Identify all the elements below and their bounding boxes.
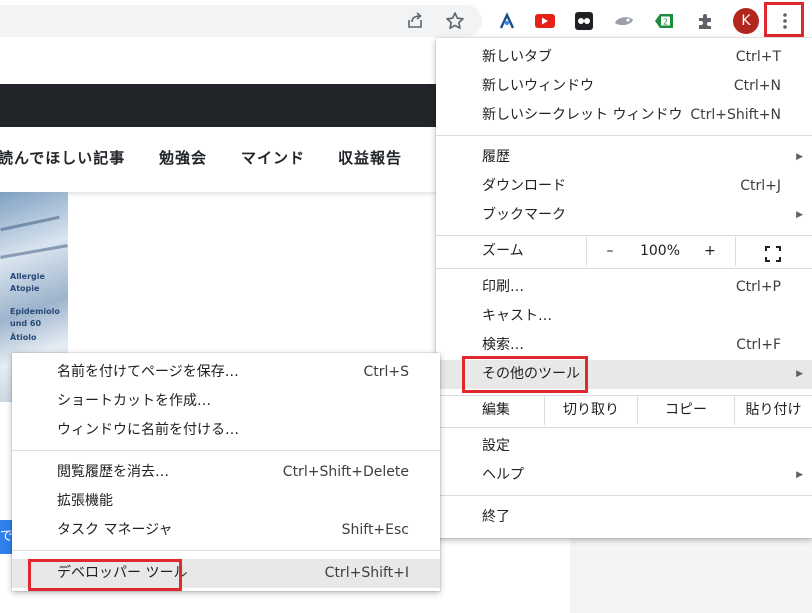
submenu-arrow-icon: ▶ bbox=[796, 210, 803, 220]
menu-label: 閲覧履歴を消去… bbox=[57, 464, 169, 480]
thumbnail-text: Atopie bbox=[10, 284, 40, 293]
menu-shortcut: Ctrl+F bbox=[736, 337, 781, 353]
menu-label: 終了 bbox=[482, 509, 510, 525]
menu-item-help[interactable]: ヘルプ ▶ bbox=[436, 461, 812, 490]
extension-dark-icon[interactable] bbox=[572, 9, 596, 33]
thumbnail-text: Ätiolo bbox=[10, 333, 37, 342]
profile-avatar[interactable]: K bbox=[733, 8, 759, 34]
menu-label: ダウンロード bbox=[482, 178, 566, 194]
menu-label: 設定 bbox=[482, 438, 510, 454]
extension-green-badge-icon[interactable]: 2 bbox=[652, 9, 676, 33]
extension-badge-number: 2 bbox=[663, 17, 668, 26]
menu-label: 新しいシークレット ウィンドウ bbox=[482, 107, 683, 123]
zoom-divider bbox=[586, 237, 587, 266]
menu-item-settings[interactable]: 設定 bbox=[436, 432, 812, 461]
share-icon[interactable] bbox=[403, 9, 427, 33]
submenu-arrow-icon: ▶ bbox=[796, 152, 803, 162]
extension-grey-icon[interactable] bbox=[612, 9, 636, 33]
menu-zoom-row: ズーム – 100% + bbox=[436, 237, 812, 266]
paste-button[interactable]: 貼り付け bbox=[735, 396, 812, 425]
cut-button[interactable]: 切り取り bbox=[545, 396, 637, 425]
menu-shortcut: Ctrl+N bbox=[733, 78, 781, 94]
nav-link-study[interactable]: 勉強会 bbox=[159, 147, 207, 168]
menu-label: 新しいウィンドウ bbox=[482, 78, 594, 94]
zoom-in-button[interactable]: + bbox=[698, 237, 722, 266]
submenu-item-extensions[interactable]: 拡張機能 bbox=[12, 487, 440, 516]
nav-link-mind[interactable]: マインド bbox=[241, 147, 305, 168]
menu-shortcut: Ctrl+Shift+Delete bbox=[282, 464, 409, 480]
submenu-arrow-icon: ▶ bbox=[796, 369, 803, 379]
menu-separator bbox=[436, 427, 812, 428]
menu-separator bbox=[436, 135, 812, 136]
page-header-dark-bar bbox=[0, 84, 436, 127]
zoom-level-value: 100% bbox=[639, 243, 681, 259]
menu-separator bbox=[12, 450, 440, 451]
nav-link-revenue[interactable]: 収益報告 bbox=[338, 147, 402, 168]
menu-item-print[interactable]: 印刷… Ctrl+P bbox=[436, 273, 812, 302]
zoom-out-button[interactable]: – bbox=[598, 237, 622, 266]
menu-item-history[interactable]: 履歴 ▶ bbox=[436, 143, 812, 172]
menu-item-new-tab[interactable]: 新しいタブ Ctrl+T bbox=[436, 43, 812, 72]
menu-shortcut: Ctrl+T bbox=[735, 49, 781, 65]
thumbnail-text: und 60 bbox=[10, 319, 42, 328]
menu-shortcut: Ctrl+Shift+N bbox=[690, 107, 781, 123]
menu-shortcut: Shift+Esc bbox=[341, 522, 409, 538]
browser-toolbar: 2 K bbox=[0, 0, 812, 42]
zoom-label: ズーム bbox=[482, 243, 524, 259]
copy-button[interactable]: コピー bbox=[638, 396, 734, 425]
menu-shortcut: Ctrl+Shift+I bbox=[324, 565, 409, 581]
submenu-item-task-manager[interactable]: タスク マネージャ Shift+Esc bbox=[12, 516, 440, 545]
more-tools-highlight-box bbox=[462, 356, 588, 393]
more-tools-submenu: 名前を付けてページを保存… Ctrl+S ショートカットを作成… ウィンドウに名… bbox=[12, 353, 440, 591]
menu-label: ショートカットを作成… bbox=[57, 393, 211, 409]
menu-label: タスク マネージャ bbox=[57, 522, 173, 538]
kebab-highlight-box bbox=[764, 2, 804, 37]
menu-label: 新しいタブ bbox=[482, 49, 552, 65]
submenu-arrow-icon: ▶ bbox=[796, 470, 803, 480]
menu-item-new-window[interactable]: 新しいウィンドウ Ctrl+N bbox=[436, 72, 812, 101]
menu-shortcut: Ctrl+S bbox=[363, 364, 409, 380]
menu-item-new-incognito-window[interactable]: 新しいシークレット ウィンドウ Ctrl+Shift+N bbox=[436, 101, 812, 130]
menu-label: キャスト… bbox=[482, 308, 552, 324]
page-top-band bbox=[0, 42, 436, 85]
submenu-item-create-shortcut[interactable]: ショートカットを作成… bbox=[12, 387, 440, 416]
site-navigation: 読んでほしい記事 勉強会 マインド 収益報告 bbox=[0, 127, 436, 192]
submenu-item-name-window[interactable]: ウィンドウに名前を付ける… bbox=[12, 416, 440, 445]
menu-item-cast[interactable]: キャスト… bbox=[436, 302, 812, 331]
menu-separator bbox=[12, 550, 440, 551]
chrome-main-menu: 新しいタブ Ctrl+T 新しいウィンドウ Ctrl+N 新しいシークレット ウ… bbox=[436, 38, 812, 538]
fullscreen-icon[interactable] bbox=[761, 237, 785, 266]
extension-a-icon[interactable] bbox=[495, 9, 519, 33]
thumbnail-text: Allergie bbox=[10, 272, 45, 281]
submenu-item-save-page-as[interactable]: 名前を付けてページを保存… Ctrl+S bbox=[12, 358, 440, 387]
menu-label: 印刷… bbox=[482, 279, 524, 295]
menu-label: ヘルプ bbox=[482, 467, 524, 483]
page-blue-button[interactable]: で bbox=[0, 520, 12, 554]
menu-separator bbox=[436, 495, 812, 496]
nav-link-recommended[interactable]: 読んでほしい記事 bbox=[0, 147, 125, 168]
edit-label: 編集 bbox=[482, 402, 510, 418]
menu-shortcut: Ctrl+J bbox=[740, 178, 781, 194]
menu-item-downloads[interactable]: ダウンロード Ctrl+J bbox=[436, 172, 812, 201]
menu-edit-row: 編集 切り取り コピー 貼り付け bbox=[436, 396, 812, 425]
menu-separator bbox=[436, 268, 812, 269]
menu-label: 履歴 bbox=[482, 149, 510, 165]
menu-label: 拡張機能 bbox=[57, 493, 113, 509]
menu-label: 名前を付けてページを保存… bbox=[57, 364, 239, 380]
thumbnail-text: Epidemiolo bbox=[10, 307, 60, 316]
zoom-divider bbox=[735, 237, 736, 266]
menu-separator bbox=[436, 235, 812, 236]
menu-shortcut: Ctrl+P bbox=[735, 279, 781, 295]
menu-label: ブックマーク bbox=[482, 207, 566, 223]
youtube-ext-icon[interactable] bbox=[533, 9, 557, 33]
bookmark-star-icon[interactable] bbox=[443, 9, 467, 33]
page-gray-panel bbox=[570, 537, 812, 613]
menu-label: ウィンドウに名前を付ける… bbox=[57, 422, 239, 438]
submenu-item-clear-browsing-data[interactable]: 閲覧履歴を消去… Ctrl+Shift+Delete bbox=[12, 458, 440, 487]
menu-item-bookmarks[interactable]: ブックマーク ▶ bbox=[436, 201, 812, 230]
puzzle-extensions-icon[interactable] bbox=[694, 9, 718, 33]
developer-tools-highlight-box bbox=[28, 559, 182, 591]
menu-item-exit[interactable]: 終了 bbox=[436, 503, 812, 532]
